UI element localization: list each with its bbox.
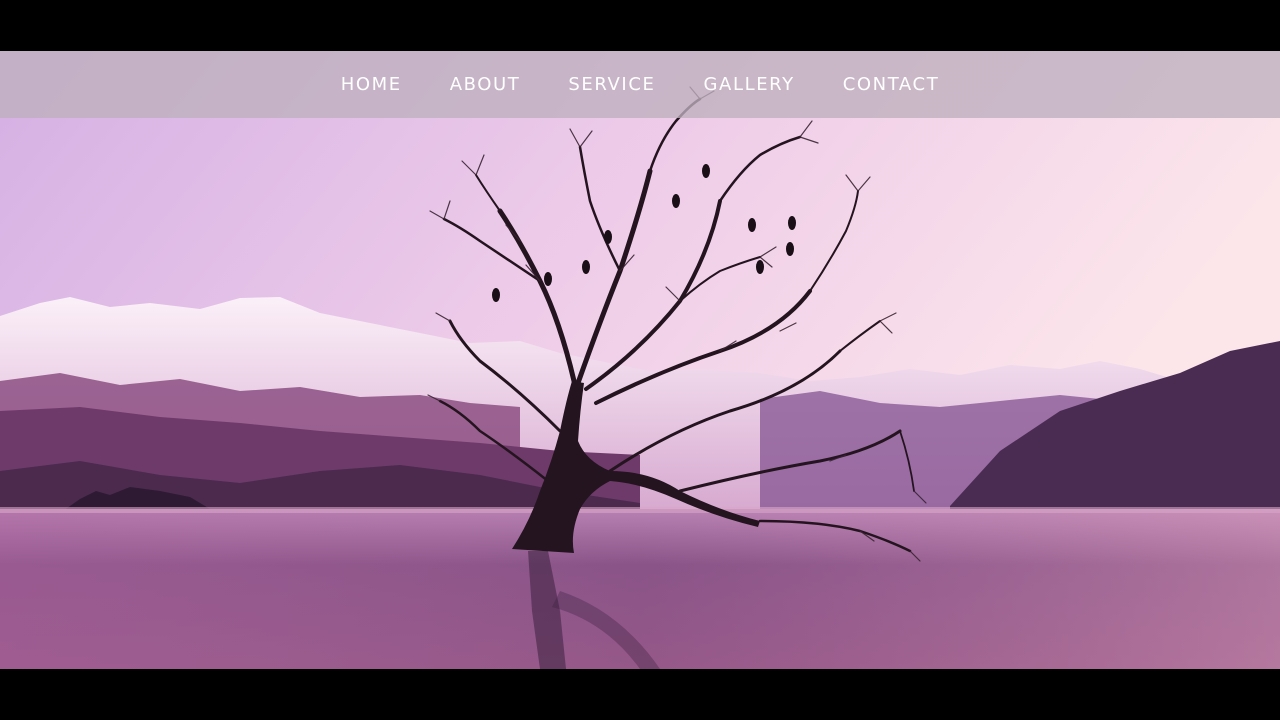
main-navigation: HOME ABOUT SERVICE GALLERY CONTACT: [0, 51, 1280, 118]
nav-item-gallery[interactable]: GALLERY: [703, 51, 794, 118]
nav-item-about[interactable]: ABOUT: [450, 51, 521, 118]
nav-item-service[interactable]: SERVICE: [568, 51, 655, 118]
nav-item-contact[interactable]: CONTACT: [843, 51, 940, 118]
hero-background-image: [0, 51, 1280, 669]
nav-item-home[interactable]: HOME: [341, 51, 402, 118]
lake-tree-landscape: [0, 51, 1280, 669]
letterbox-frame: HOME ABOUT SERVICE GALLERY CONTACT: [0, 0, 1280, 720]
